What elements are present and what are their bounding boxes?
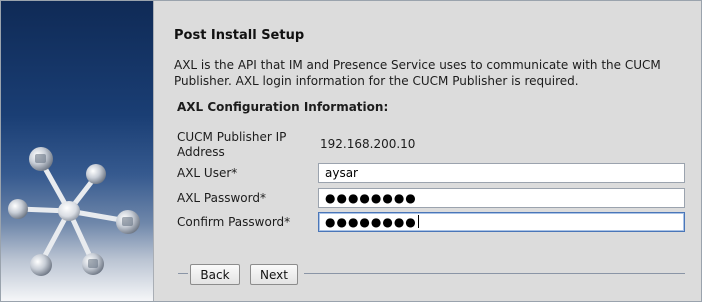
confirm-password-value: ●●●●●●●●: [325, 215, 417, 229]
confirm-password-label: Confirm Password*: [177, 215, 291, 229]
network-hub-icon: [8, 147, 140, 276]
page-title: Post Install Setup: [174, 28, 305, 43]
publisher-ip-label-line2: Address: [177, 145, 225, 159]
publisher-ip-value: 192.168.200.10: [320, 137, 416, 151]
setup-content: Post Install Setup AXL is the API that I…: [154, 1, 701, 301]
footer-rule-right: [304, 273, 685, 274]
confirm-password-input[interactable]: ●●●●●●●●: [318, 212, 685, 232]
axl-user-value: aysar: [325, 166, 358, 180]
footer-rule-left: [178, 273, 188, 274]
side-illustration: [1, 1, 153, 301]
axl-password-value: ●●●●●●●●: [325, 191, 417, 205]
axl-password-input[interactable]: ●●●●●●●●: [318, 188, 685, 208]
page-description: AXL is the API that IM and Presence Serv…: [174, 58, 661, 88]
publisher-ip-label-line1: CUCM Publisher IP: [177, 130, 287, 144]
next-button[interactable]: Next: [250, 264, 298, 285]
back-button[interactable]: Back: [190, 264, 240, 285]
publisher-ip-label: CUCM Publisher IP Address: [177, 130, 286, 160]
axl-password-label: AXL Password*: [177, 191, 266, 205]
axl-user-label: AXL User*: [177, 166, 238, 180]
setup-window: Post Install Setup AXL is the API that I…: [0, 0, 702, 302]
axl-user-input[interactable]: aysar: [318, 163, 685, 183]
section-heading: AXL Configuration Information:: [177, 100, 389, 114]
text-caret: [417, 215, 419, 228]
